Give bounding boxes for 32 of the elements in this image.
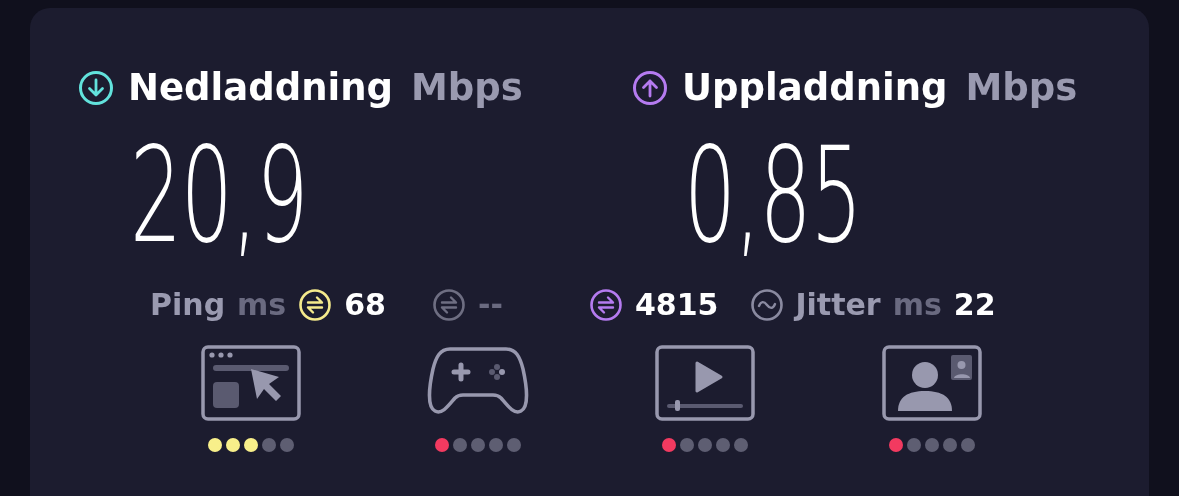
unit-label: ms [892,287,942,322]
unit-label: Mbps [965,66,1078,109]
unit-label: ms [237,287,287,322]
speed-label: Nedladdning [128,66,394,109]
rating-dot [942,438,957,452]
speed-label: Uppladdning [682,66,948,109]
video-player-icon [652,344,757,422]
rating-dot [715,438,730,452]
jitter-label: Jitter [795,287,881,322]
speed-value: 0,85 [684,129,862,261]
rating-dot [733,438,748,452]
rating-dot [960,438,975,452]
wave-icon [750,287,785,322]
ping-value: 4815 [634,287,719,322]
unit-label: Mbps [411,66,523,109]
ping-value: -- [478,287,503,322]
rating-dot [470,438,485,452]
rating-dot [906,438,921,452]
rating-dot [279,438,294,452]
jitter-value: 22 [953,287,996,322]
rating-dot [452,438,467,452]
ping-value: 68 [344,287,386,322]
ping-label: Ping [150,287,226,322]
rating-dot [924,438,939,452]
browser-window-icon [198,344,303,422]
rating-dot [261,438,276,452]
rating-dot [488,438,503,452]
rating-dot [697,438,712,452]
speed-value: 20,9 [130,129,308,261]
video-call-icon [879,344,984,422]
rating-dot [506,438,521,452]
rating-dot [679,438,694,452]
